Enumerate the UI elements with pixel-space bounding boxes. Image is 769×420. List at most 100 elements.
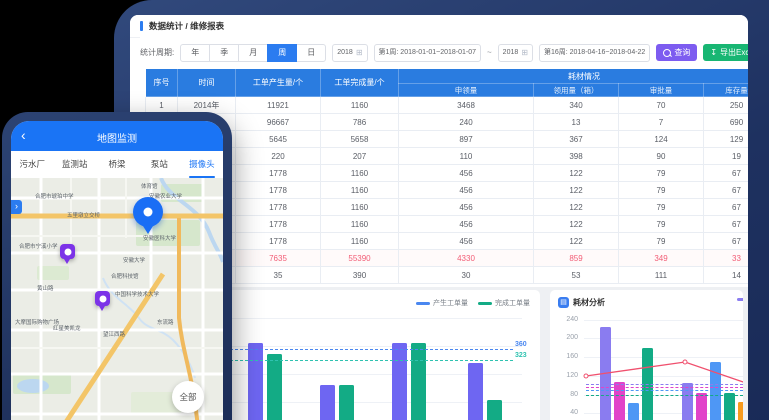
screenshot-stage: 数据统计 / 维修报表 统计周期: 年季月周日 2018 ⊞ 第1周: 2018… — [0, 0, 769, 420]
phone-header: ‹ 地图监测 — [11, 121, 223, 151]
table-cell: 67 — [704, 182, 749, 199]
table-cell: 456 — [399, 216, 534, 233]
table-cell: 250 — [704, 97, 749, 114]
camera-marker[interactable] — [60, 244, 75, 259]
table-cell: 13 — [534, 114, 619, 131]
table-body: 12014年1192111603468340702502966677862401… — [146, 97, 749, 284]
breadcrumb: 数据统计 / 维修报表 — [130, 15, 748, 38]
table-cell: 79 — [619, 233, 704, 250]
table-cell: 340 — [534, 97, 619, 114]
table-cell: 90 — [619, 148, 704, 165]
bar-产生工单量 — [468, 363, 483, 420]
table-cell: 3468 — [399, 97, 534, 114]
phone-tab-污水厂[interactable]: 污水厂 — [11, 151, 53, 178]
table-cell: 1160 — [321, 199, 399, 216]
map-label: 合肥市宁溪小学 — [19, 242, 58, 250]
table-cell: 1160 — [321, 165, 399, 182]
calendar-icon: ⊞ — [356, 49, 363, 57]
phone-page-title: 地图监测 — [11, 130, 223, 145]
table-cell: 67 — [704, 216, 749, 233]
table-cell: 897 — [399, 131, 534, 148]
table-cell: 1 — [146, 97, 178, 114]
table-cell: 456 — [399, 182, 534, 199]
table-cell: 79 — [619, 182, 704, 199]
bar-完成工单量 — [339, 385, 354, 420]
map-expand-button[interactable]: › — [11, 200, 22, 214]
sub-col-header: 申领量 — [399, 84, 534, 97]
period-segmented: 年季月周日 — [180, 44, 326, 62]
map-label: 东流路 — [157, 318, 174, 326]
table-cell: 1778 — [236, 216, 321, 233]
table-cell: 456 — [399, 165, 534, 182]
breadcrumb-accent-bar — [140, 21, 143, 31]
table-cell: 2014年 — [178, 97, 236, 114]
map-view[interactable]: 合肥市琥珀中学体育馆安徽农业大学五里墩立交桥安徽医科大学合肥市宁溪小学安徽大学合… — [11, 178, 223, 420]
week-end-input[interactable]: 第16周: 2018-04-16~2018-04-22 — [539, 44, 650, 62]
table-cell: 1160 — [321, 182, 399, 199]
consumables-chart-card: ▤ 耗材分析 4080120160200240 — [550, 290, 743, 420]
period-option-月[interactable]: 月 — [238, 44, 268, 62]
map-label: 体育馆 — [141, 182, 158, 190]
selected-camera-marker[interactable] — [133, 197, 163, 227]
map-label: 红星美凯龙 — [53, 324, 81, 332]
table-cell: 79 — [619, 165, 704, 182]
export-excel-button[interactable]: ↧ 导出Excel — [703, 44, 748, 61]
col-header: 时间 — [178, 69, 236, 97]
col-header: 序号 — [146, 69, 178, 97]
phone-tab-泵站[interactable]: 泵站 — [138, 151, 180, 178]
table-cell: 240 — [399, 114, 534, 131]
table-cell: 30 — [399, 267, 534, 284]
map-label: 安徽医科大学 — [143, 234, 176, 242]
phone-tab-摄像头[interactable]: 摄像头 — [181, 151, 223, 178]
phone-tab-监测站[interactable]: 监测站 — [53, 151, 95, 178]
report-table: 序号时间工单产生量/个工单完成量/个耗材情况申领量领用量（箱）审批量库存量 12… — [145, 68, 748, 284]
table-row: 12014年119211160346834070250 — [146, 97, 749, 114]
table-cell: 14 — [704, 267, 749, 284]
year-end-value: 2018 — [503, 45, 519, 60]
table-cell: 1160 — [321, 233, 399, 250]
week-start-value: 第1周: 2018-01-01~2018-01-07 — [379, 45, 476, 60]
reference-label: 360 — [515, 341, 527, 348]
all-filter-button[interactable]: 全部 — [172, 381, 204, 413]
download-icon: ↧ — [710, 49, 717, 57]
report-table-wrap: 序号时间工单产生量/个工单完成量/个耗材情况申领量领用量（箱）审批量库存量 12… — [145, 68, 748, 286]
table-cell: 367 — [534, 131, 619, 148]
table-cell: 79 — [619, 216, 704, 233]
average-row: 平均值35390305311114 — [146, 267, 749, 284]
table-cell: 456 — [399, 199, 534, 216]
table-row: 296667786240137690 — [146, 114, 749, 131]
period-option-周[interactable]: 周 — [267, 44, 297, 62]
table-row: 356455658897367124129 — [146, 131, 749, 148]
bar-产生工单量 — [392, 343, 407, 420]
selected-camera-marker-tail — [143, 226, 153, 234]
table-cell: 859 — [534, 250, 619, 267]
table-cell: 456 — [399, 233, 534, 250]
year-end-select[interactable]: 2018 ⊞ — [498, 44, 533, 62]
consumables-chart-plot: 4080120160200240 — [550, 290, 743, 420]
table-cell: 122 — [534, 199, 619, 216]
table-cell: 79 — [619, 199, 704, 216]
year-start-select[interactable]: 2018 ⊞ — [332, 44, 367, 62]
week-start-input[interactable]: 第1周: 2018-01-01~2018-01-07 — [374, 44, 481, 62]
table-cell: 122 — [534, 216, 619, 233]
camera-marker-tail — [99, 306, 105, 311]
table-cell: 690 — [704, 114, 749, 131]
period-option-年[interactable]: 年 — [180, 44, 210, 62]
table-cell: 207 — [321, 148, 399, 165]
map-label: 中国科学技术大学 — [115, 290, 159, 298]
camera-marker[interactable] — [95, 291, 110, 306]
query-button[interactable]: 查询 — [656, 44, 697, 61]
period-option-季[interactable]: 季 — [209, 44, 239, 62]
table-cell: 1778 — [236, 199, 321, 216]
phone-screen: ‹ 地图监测 污水厂监测站桥梁泵站摄像头 — [11, 121, 223, 420]
map-label: 黄山路 — [37, 284, 54, 292]
sub-col-header: 库存量 — [704, 84, 749, 97]
total-row: 合计763555390433085934933 — [146, 250, 749, 267]
period-option-日[interactable]: 日 — [296, 44, 326, 62]
table-header: 序号时间工单产生量/个工单完成量/个耗材情况申领量领用量（箱）审批量库存量 — [146, 69, 749, 97]
phone-tab-桥梁[interactable]: 桥梁 — [96, 151, 138, 178]
map-label: 望江西路 — [103, 330, 125, 338]
table-cell: 122 — [534, 165, 619, 182]
table-cell: 67 — [704, 233, 749, 250]
sub-col-header: 领用量（箱） — [534, 84, 619, 97]
